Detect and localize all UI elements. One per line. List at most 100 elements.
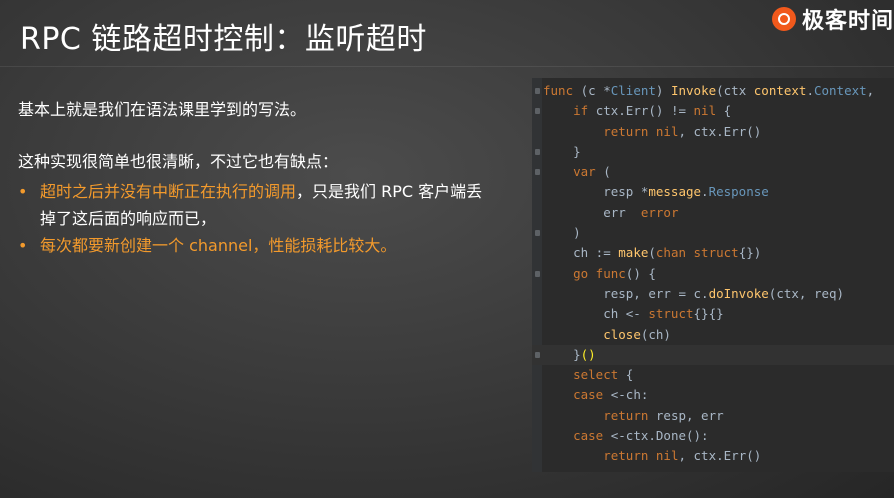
fold-marker-icon[interactable] (535, 230, 540, 237)
code-line-text: ch := make(chan struct{}) (543, 243, 761, 263)
code-token: resp, err = c. (543, 285, 709, 301)
code-token: close (603, 326, 641, 342)
fold-marker-icon[interactable] (535, 270, 540, 277)
code-line-text: ch <- struct{}{} (543, 304, 724, 324)
code-line-text: return resp, err (543, 406, 724, 426)
code-line-text: err error (543, 203, 678, 223)
code-token: , (866, 83, 875, 98)
drawback-highlight: 每次都要新创建一个 channel，性能损耗比较大。 (40, 236, 397, 255)
code-line: err error (532, 203, 894, 223)
code-token: , ctx.Err() (678, 448, 762, 464)
lead-paragraph: 这种实现很简单也很清晰，不过它也有缺点： (18, 152, 339, 171)
brand-logo: 极客时间 (771, 4, 894, 34)
code-token: {}{} (693, 306, 724, 322)
code-line: case <-ch: (532, 385, 894, 405)
code-line: return resp, err (532, 406, 894, 426)
drawback-list: • 超时之后并没有中断正在执行的调用，只是我们 RPC 客户端丢掉了这后面的响应… (18, 178, 488, 259)
code-token: error (640, 204, 679, 220)
intro-paragraph: 基本上就是我们在语法课里学到的写法。 (18, 100, 307, 119)
code-token: ch <- (543, 306, 649, 322)
fold-marker-icon[interactable] (535, 88, 540, 94)
code-line-text: } (543, 142, 581, 162)
code-token: () (580, 346, 596, 362)
code-token: func (543, 83, 581, 98)
code-token: (ctx (716, 83, 754, 98)
code-line: if ctx.Err() != nil { (532, 101, 894, 121)
code-line: } (532, 142, 894, 162)
fold-marker-icon[interactable] (535, 148, 540, 155)
code-token: } (543, 346, 581, 362)
code-line: }() (532, 344, 894, 366)
slide-title: RPC 链路超时控制：监听超时 (20, 22, 427, 57)
code-token: ch := (543, 245, 619, 261)
title-divider (0, 66, 894, 67)
code-token: return (603, 407, 649, 423)
bullet-marker: • (18, 182, 28, 201)
code-token: ( (648, 245, 656, 261)
code-token: case (573, 387, 604, 403)
code-line-text: resp, err = c.doInvoke(ctx, req) (543, 284, 844, 304)
brand-logo-icon (771, 7, 796, 31)
bullet-marker: • (18, 236, 28, 255)
code-token: ) (655, 83, 671, 98)
code-token: go func (573, 265, 626, 281)
code-token: ( (595, 164, 611, 180)
code-token: var (573, 164, 596, 180)
slide-body: 基本上就是我们在语法课里学到的写法。 这种实现很简单也很清晰，不过它也有缺点： … (18, 98, 488, 259)
code-token: . (701, 184, 709, 200)
code-line: case <-ctx.Done(): (532, 426, 894, 446)
code-token: Invoke (670, 83, 717, 98)
code-token: case (573, 428, 604, 444)
brand-logo-text: 极客时间 (801, 9, 894, 34)
code-token: return nil (603, 123, 679, 139)
code-token: <-ctx.Done(): (603, 428, 709, 444)
code-line-text: func (c *Client) Invoke(ctx context.Cont… (543, 81, 874, 101)
drawback-item: • 超时之后并没有中断正在执行的调用，只是我们 RPC 客户端丢掉了这后面的响应… (18, 178, 488, 232)
fold-marker-icon[interactable] (535, 169, 540, 176)
code-token: context (753, 83, 807, 98)
code-token: err (543, 204, 641, 220)
code-line: func (c *Client) Invoke(ctx context.Cont… (532, 81, 894, 101)
code-token: Context (813, 83, 867, 98)
code-token: { (716, 103, 732, 119)
code-token: (ch) (640, 326, 671, 342)
code-line: go func() { (532, 264, 894, 284)
code-token: make (618, 245, 649, 261)
code-line: ch <- struct{}{} (532, 304, 894, 324)
code-token: Response (708, 184, 769, 200)
code-line: select { (532, 365, 894, 385)
code-token: return nil (603, 448, 679, 464)
code-block: func (c *Client) Invoke(ctx context. Cont… (532, 81, 894, 467)
code-line-text: return nil, ctx.Err() (543, 446, 761, 466)
code-token: if (573, 103, 596, 119)
code-token: nil (693, 103, 717, 119)
code-token: message (648, 184, 702, 200)
fold-marker-icon[interactable] (535, 108, 540, 115)
code-line: var ( (532, 162, 894, 182)
code-token: select (573, 367, 619, 383)
code-line: return nil, ctx.Err() (532, 122, 894, 142)
code-editor-panel: func (c *Client) Invoke(ctx context. Cont… (532, 78, 894, 472)
code-line-text: }() (543, 345, 596, 365)
code-token: ctx.Err() != (595, 103, 694, 119)
code-token: (ctx, req) (768, 285, 845, 301)
code-token: } (543, 143, 581, 159)
drawback-item: • 每次都要新创建一个 channel，性能损耗比较大。 (18, 232, 488, 259)
code-token: Client (610, 83, 656, 98)
code-token: (c * (580, 83, 611, 98)
fold-marker-icon[interactable] (535, 351, 540, 358)
code-line: resp, err = c.doInvoke(ctx, req) (532, 284, 894, 304)
code-line-text: go func() { (543, 264, 656, 284)
code-line-text: close(ch) (543, 325, 671, 345)
code-token: struct (648, 306, 694, 322)
code-token: resp, err (648, 407, 724, 423)
